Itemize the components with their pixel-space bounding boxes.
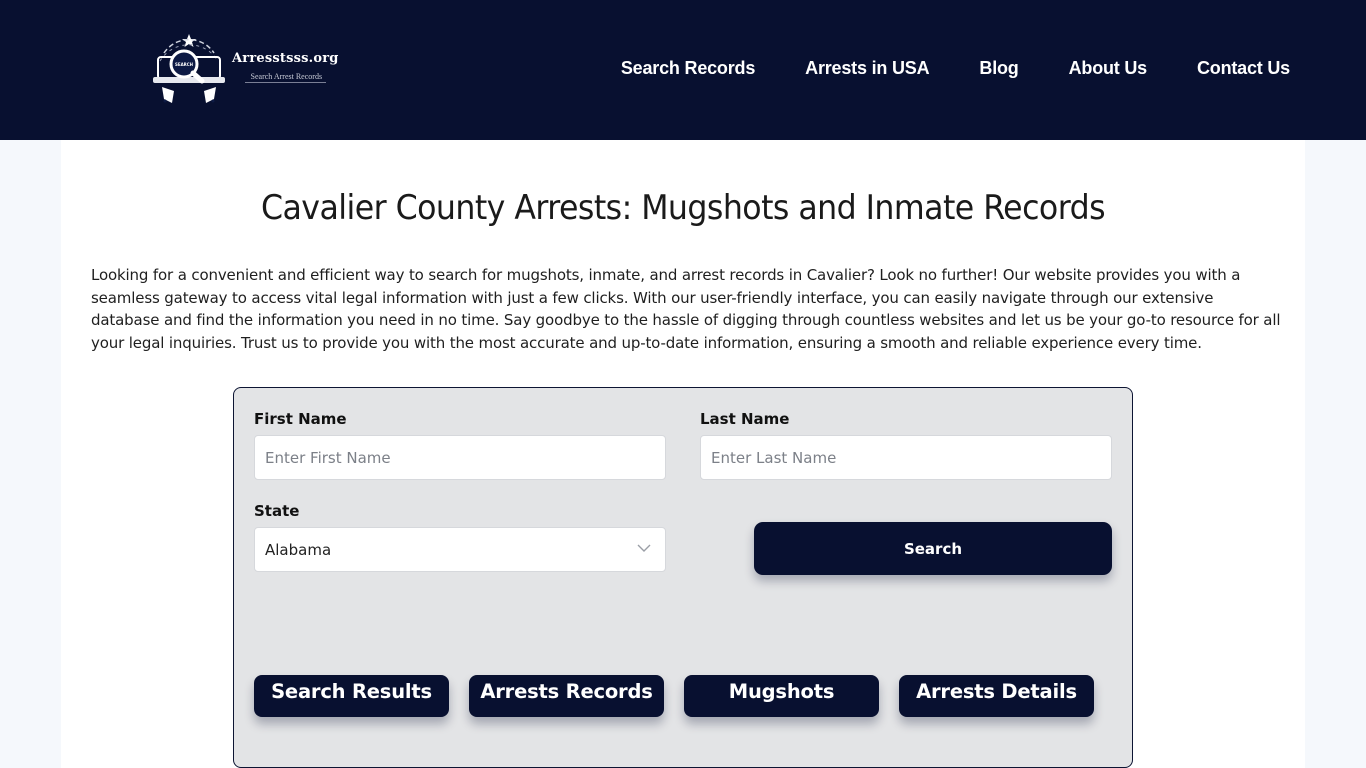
search-results-button[interactable]: Search Results [254,675,449,717]
nav-about-us[interactable]: About Us [1069,58,1148,79]
nav-arrests-in-usa[interactable]: Arrests in USA [805,58,929,79]
nav-contact-us[interactable]: Contact Us [1197,58,1290,79]
last-name-label: Last Name [700,410,790,428]
site-header: SEARCH Arresstsss.org Search Arrest Reco… [0,0,1366,140]
quick-links: Search Results Arrests Records Mugshots … [254,675,1114,717]
main-content: Cavalier County Arrests: Mugshots and In… [61,140,1305,768]
state-selected-value: Alabama [265,540,332,559]
first-name-input[interactable] [254,435,666,480]
page-title: Cavalier County Arrests: Mugshots and In… [260,188,1106,228]
logo-name: Arresstsss.org [232,51,339,66]
search-form: First Name Last Name State Alabama Searc… [233,387,1133,768]
arrests-details-button[interactable]: Arrests Details [899,675,1094,717]
mugshots-button[interactable]: Mugshots [684,675,879,717]
intro-paragraph: Looking for a convenient and efficient w… [91,266,1281,352]
main-nav: Search Records Arrests in USA Blog About… [621,58,1290,79]
logo-tagline: Search Arrest Records [244,72,327,83]
state-label: State [254,502,300,520]
search-button[interactable]: Search [754,522,1112,575]
last-name-input[interactable] [700,435,1112,480]
logo-emblem-icon: SEARCH [153,34,225,103]
arrests-records-button[interactable]: Arrests Records [469,675,664,717]
nav-search-records[interactable]: Search Records [621,58,755,79]
state-select[interactable]: Alabama [254,527,666,572]
svg-text:SEARCH: SEARCH [175,62,193,67]
first-name-label: First Name [254,410,347,428]
chevron-down-icon [637,544,651,552]
site-logo[interactable]: SEARCH Arresstsss.org Search Arrest Reco… [150,30,350,110]
nav-blog[interactable]: Blog [979,58,1018,79]
